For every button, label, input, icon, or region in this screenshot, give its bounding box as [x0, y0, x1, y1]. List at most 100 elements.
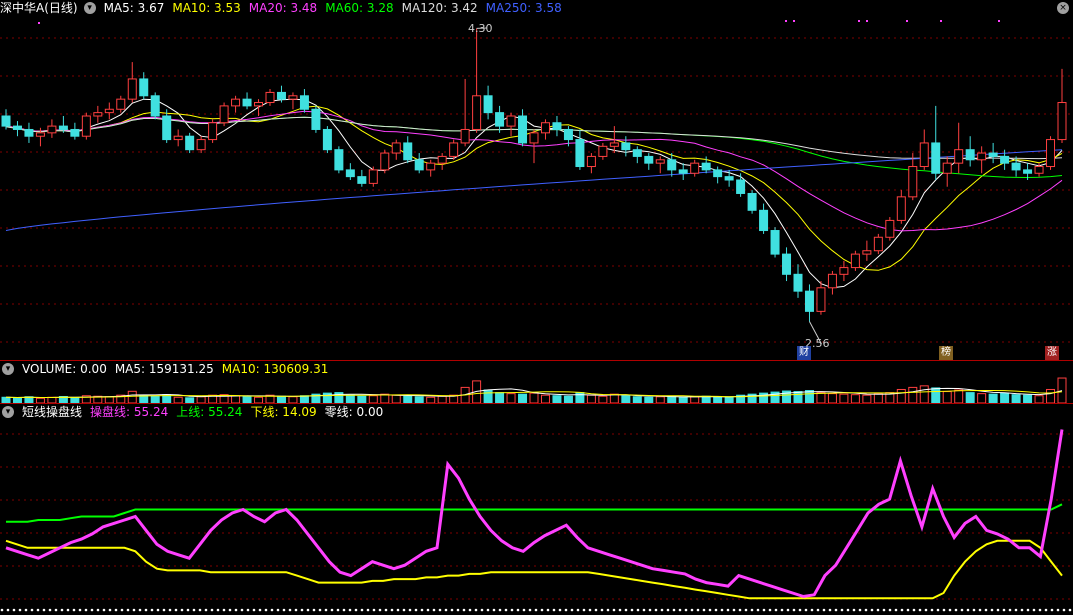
volume-bar[interactable] — [816, 392, 826, 403]
volume-bar[interactable] — [518, 393, 528, 403]
candle[interactable] — [770, 227, 780, 258]
volume-bar[interactable] — [345, 394, 355, 403]
candle[interactable] — [322, 126, 332, 154]
candle[interactable] — [942, 156, 952, 187]
candle[interactable] — [47, 119, 57, 138]
candle[interactable] — [93, 105, 103, 123]
volume-bar[interactable] — [793, 391, 803, 403]
candle[interactable] — [483, 85, 493, 120]
candle[interactable] — [586, 153, 596, 174]
candle[interactable] — [988, 142, 998, 164]
candle[interactable] — [12, 121, 22, 137]
volume-bar[interactable] — [621, 395, 631, 403]
volume-bar[interactable] — [586, 394, 596, 403]
indicator-chart[interactable] — [0, 404, 1073, 615]
volume-bar[interactable] — [403, 395, 413, 403]
candle[interactable] — [116, 95, 126, 113]
volume-bar[interactable] — [391, 394, 401, 403]
candle[interactable] — [24, 122, 34, 143]
candle[interactable] — [173, 129, 183, 147]
volume-bar[interactable] — [598, 395, 608, 403]
price-chart[interactable] — [0, 0, 1073, 360]
candle[interactable] — [621, 136, 631, 157]
volume-bar[interactable] — [701, 395, 711, 403]
price-panel[interactable]: 深中华A(日线) ▾ MA5: 3.67 MA10: 3.53 MA20: 3.48… — [0, 0, 1073, 360]
candle[interactable] — [104, 102, 114, 120]
candle[interactable] — [632, 146, 642, 164]
candle[interactable] — [540, 119, 550, 140]
volume-bar[interactable] — [862, 394, 872, 403]
candle[interactable] — [219, 102, 229, 127]
volume-bar[interactable] — [552, 395, 562, 403]
close-icon[interactable]: × — [1057, 2, 1069, 14]
candle[interactable] — [862, 240, 872, 261]
volume-bar[interactable] — [965, 392, 975, 403]
candle[interactable] — [759, 203, 769, 234]
ranking-badge[interactable]: 榜 — [939, 346, 953, 360]
candle[interactable] — [678, 163, 688, 180]
candle[interactable] — [575, 129, 585, 170]
volume-bar[interactable] — [850, 394, 860, 403]
candle[interactable] — [311, 105, 321, 133]
candle[interactable] — [185, 132, 195, 154]
candle[interactable] — [965, 136, 975, 167]
finance-badge[interactable]: 财 — [797, 346, 811, 360]
volume-bar[interactable] — [931, 387, 941, 403]
candle[interactable] — [793, 264, 803, 298]
candle[interactable] — [931, 105, 941, 180]
volume-bar[interactable] — [1000, 392, 1010, 403]
candle[interactable] — [70, 122, 80, 140]
volume-bar[interactable] — [506, 393, 516, 403]
candle[interactable] — [747, 190, 757, 214]
volume-bar[interactable] — [368, 395, 378, 403]
volume-bar[interactable] — [827, 393, 837, 403]
candle[interactable] — [380, 149, 390, 174]
limit-up-badge[interactable]: 涨 — [1045, 346, 1059, 360]
volume-bar[interactable] — [1057, 377, 1067, 403]
candle[interactable] — [265, 89, 275, 106]
candle[interactable] — [827, 270, 837, 295]
volume-bar[interactable] — [1011, 394, 1021, 403]
candle[interactable] — [231, 95, 241, 113]
volume-bar[interactable] — [495, 392, 505, 403]
volume-bar[interactable] — [908, 386, 918, 403]
volume-bar[interactable] — [127, 390, 137, 403]
volume-bar[interactable] — [1034, 395, 1044, 403]
candle[interactable] — [81, 112, 91, 140]
indicator-panel[interactable]: ▾ 短线操盘线 操盘线: 55.24 上线: 55.24 下线: 14.09 零线: … — [0, 404, 1073, 615]
volume-bar[interactable] — [540, 394, 550, 403]
volume-bar[interactable] — [1046, 388, 1056, 403]
candle[interactable] — [667, 153, 677, 177]
chevron-down-icon[interactable]: ▾ — [83, 2, 96, 14]
volume-bar[interactable] — [483, 389, 493, 403]
candle[interactable] — [655, 156, 665, 174]
candle[interactable] — [804, 284, 814, 322]
volume-bar[interactable] — [1023, 394, 1033, 403]
candle[interactable] — [472, 28, 482, 133]
chevron-down-icon[interactable]: ▾ — [2, 363, 14, 375]
candle[interactable] — [713, 166, 723, 184]
candle[interactable] — [954, 122, 964, 174]
volume-bar[interactable] — [609, 393, 619, 403]
candle[interactable] — [242, 92, 252, 110]
volume-bar[interactable] — [437, 395, 447, 403]
volume-bar[interactable] — [276, 395, 286, 403]
volume-bar[interactable] — [804, 390, 814, 403]
volume-bar[interactable] — [529, 392, 539, 403]
candle[interactable] — [839, 260, 849, 282]
candle[interactable] — [518, 109, 528, 147]
chevron-down-icon[interactable]: ▾ — [2, 406, 14, 418]
candle[interactable] — [196, 136, 206, 154]
candle[interactable] — [598, 142, 608, 160]
candle[interactable] — [908, 153, 918, 201]
candle[interactable] — [460, 78, 470, 147]
candle[interactable] — [208, 119, 218, 143]
candle[interactable] — [850, 250, 860, 271]
candle[interactable] — [426, 159, 436, 177]
volume-bar[interactable] — [299, 395, 309, 403]
candle[interactable] — [391, 139, 401, 160]
candle[interactable] — [495, 105, 505, 133]
volume-bar[interactable] — [977, 393, 987, 403]
candle[interactable] — [127, 62, 137, 103]
volume-bar[interactable] — [667, 395, 677, 403]
